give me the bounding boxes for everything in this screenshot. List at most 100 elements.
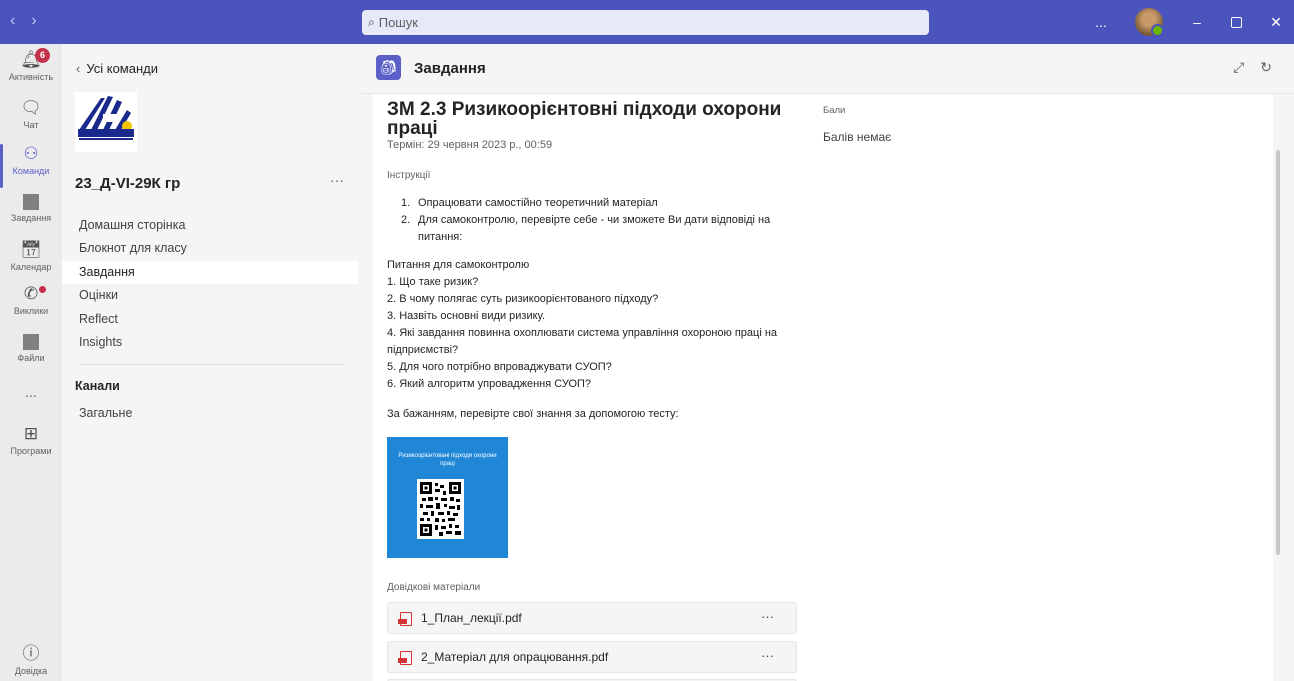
maximize-button[interactable] bbox=[1231, 16, 1242, 28]
team-name: 23_Д-VI-29К гр bbox=[75, 175, 181, 192]
rail-calls[interactable]: ✆ Виклики bbox=[0, 284, 62, 316]
points-label: Бали bbox=[823, 105, 846, 116]
bell-icon: 🔔︎ bbox=[20, 50, 42, 69]
nav-notebook[interactable]: Блокнот для класу bbox=[62, 237, 358, 260]
rail-chat[interactable]: 🗨︎ Чат bbox=[0, 98, 62, 130]
question-item: 1. Що таке ризик? bbox=[387, 276, 479, 288]
search-input[interactable]: ⌕ Пошук bbox=[362, 10, 929, 35]
close-button[interactable]: ✕ bbox=[1268, 14, 1284, 31]
qr-code-icon bbox=[417, 479, 464, 539]
rail-label: Програми bbox=[10, 446, 52, 456]
assignments-app-icon: 🎒︎ bbox=[376, 55, 401, 80]
pdf-file-icon bbox=[398, 612, 412, 626]
more-options-button[interactable]: ... bbox=[1093, 14, 1109, 30]
forward-arrow-icon[interactable]: › bbox=[31, 12, 36, 30]
window-controls: ... – ✕ bbox=[1093, 8, 1284, 37]
all-teams-link[interactable]: ‹ Усі команди bbox=[76, 61, 158, 76]
rail-label: Виклики bbox=[13, 306, 49, 316]
page-title: Завдання bbox=[414, 60, 486, 77]
questions-heading: Питання для самоконтролю bbox=[387, 259, 530, 271]
test-note: За бажанням, перевірте свої знання за до… bbox=[387, 408, 679, 420]
nav-grades[interactable]: Оцінки bbox=[62, 284, 358, 307]
file-more-button[interactable]: ··· bbox=[761, 648, 774, 663]
nav-reflect[interactable]: Reflect bbox=[62, 308, 358, 331]
test-qr-card[interactable]: Ризикоорієнтовані підходи охорони праці bbox=[387, 437, 508, 558]
list-item: 1. Опрацювати самостійно теоретичний мате… bbox=[401, 197, 658, 209]
header-actions: ⤢ ↻ bbox=[1233, 59, 1272, 76]
rail-help[interactable]: ⓘ Довідка bbox=[0, 644, 62, 676]
search-icon: ⌕ bbox=[368, 15, 375, 29]
qr-card-title: Ризикоорієнтовані підходи охорони праці bbox=[398, 453, 497, 467]
assignments-icon bbox=[23, 194, 39, 210]
rail-label: Довідка bbox=[14, 666, 48, 676]
assignment-title: ЗМ 2.3 Ризикоорієнтовні підходи охорони … bbox=[387, 99, 782, 139]
chevron-left-icon: ‹ bbox=[76, 61, 81, 76]
file-name: 1_План_лекції.pdf bbox=[421, 611, 522, 625]
qr-code-pattern bbox=[420, 482, 461, 536]
rail-files[interactable]: Файли bbox=[0, 334, 62, 363]
title-bar: ‹ › ⌕ Пошук ... – ✕ bbox=[0, 0, 1294, 44]
rail-label: Активність bbox=[8, 72, 54, 82]
rail-label: Календар bbox=[10, 262, 52, 272]
question-item: 6. Який алгоритм упровадження СУОП? bbox=[387, 378, 592, 390]
rail-more[interactable]: ... bbox=[0, 384, 62, 400]
files-icon bbox=[23, 334, 39, 350]
file-more-button[interactable]: ··· bbox=[761, 609, 774, 624]
calendar-icon: 📅︎ bbox=[20, 240, 42, 259]
file-row[interactable]: 2_Матеріал для опрацювання.pdf ··· bbox=[387, 641, 797, 673]
file-name: 2_Матеріал для опрацювання.pdf bbox=[421, 650, 609, 664]
rail-assignments[interactable]: Завдання bbox=[0, 194, 62, 223]
search-placeholder: Пошук bbox=[378, 15, 418, 30]
question-item: 3. Назвіть основні види ризику. bbox=[387, 310, 546, 322]
back-arrow-icon[interactable]: ‹ bbox=[10, 12, 15, 30]
nav-insights[interactable]: Insights bbox=[62, 331, 358, 354]
team-logo bbox=[75, 92, 137, 152]
minimize-button[interactable]: – bbox=[1189, 14, 1205, 30]
list-item: 2. Для самоконтролю, перевірте себе - чи … bbox=[401, 214, 771, 243]
rail-label: Чат bbox=[23, 120, 39, 130]
chat-icon: 🗨︎ bbox=[20, 98, 42, 117]
channel-general[interactable]: Загальне bbox=[79, 406, 132, 420]
nav-home[interactable]: Домашня сторінка bbox=[62, 214, 358, 237]
back-label: Усі команди bbox=[86, 61, 158, 76]
team-panel: ‹ Усі команди 23_Д-VI-29К гр ··· Домашня … bbox=[62, 44, 358, 681]
instructions-label: Інструкції bbox=[387, 170, 431, 181]
avatar[interactable] bbox=[1135, 8, 1164, 37]
channels-heading: Канали bbox=[75, 379, 120, 393]
history-nav: ‹ › bbox=[10, 12, 37, 30]
rail-apps[interactable]: ⊞ Програми bbox=[0, 424, 62, 456]
expand-icon[interactable]: ⤢ bbox=[1233, 59, 1244, 76]
rail-label: Команди bbox=[12, 166, 50, 176]
pdf-file-icon bbox=[398, 651, 412, 665]
question-item: 2. В чому полягає суть ризикоорієнтовано… bbox=[387, 293, 659, 305]
rail-teams[interactable]: ⚇ Команди bbox=[0, 144, 62, 188]
file-row[interactable]: 1_План_лекції.pdf ··· bbox=[387, 602, 797, 634]
rail-label: Завдання bbox=[10, 213, 52, 223]
question-item: 5. Для чого потрібно впроваджувати СУОП? bbox=[387, 361, 612, 373]
apps-icon: ⊞ bbox=[23, 424, 39, 443]
points-value: Балів немає bbox=[823, 130, 892, 144]
self-check-questions: Питання для самоконтролю 1. Що таке ризи… bbox=[387, 257, 807, 393]
assignment-content: ЗМ 2.3 Ризикоорієнтовні підходи охорони … bbox=[373, 94, 1273, 681]
instructions-list: 1. Опрацювати самостійно теоретичний мате… bbox=[401, 195, 801, 246]
phone-icon: ✆ bbox=[23, 284, 39, 303]
rail-label: Файли bbox=[17, 353, 45, 363]
calls-dot bbox=[39, 286, 46, 293]
activity-badge: 6 bbox=[35, 48, 50, 63]
help-icon: ⓘ bbox=[22, 644, 40, 663]
team-more-button[interactable]: ··· bbox=[330, 172, 344, 188]
refresh-icon[interactable]: ↻ bbox=[1260, 59, 1272, 76]
question-item: 4. Які завдання повинна охоплювати систе… bbox=[387, 327, 778, 356]
team-nav: Домашня сторінка Блокнот для класу Завда… bbox=[62, 214, 358, 354]
nav-assignments[interactable]: Завдання bbox=[62, 260, 358, 285]
app-rail: 🔔︎ 6 Активність 🗨︎ Чат ⚇ Команди Завданн… bbox=[0, 44, 62, 681]
teams-icon: ⚇ bbox=[23, 144, 39, 163]
due-date: Термін: 29 червня 2023 р., 00:59 bbox=[387, 139, 553, 151]
main-header: 🎒︎ Завдання ⤢ ↻ bbox=[358, 44, 1294, 94]
team-logo-image bbox=[75, 92, 137, 152]
rail-calendar[interactable]: 📅︎ Календар bbox=[0, 240, 62, 272]
divider bbox=[79, 364, 343, 365]
references-label: Довідкові матеріали bbox=[387, 582, 481, 593]
scrollbar[interactable] bbox=[1276, 150, 1280, 555]
rail-activity[interactable]: 🔔︎ 6 Активність bbox=[0, 48, 62, 82]
